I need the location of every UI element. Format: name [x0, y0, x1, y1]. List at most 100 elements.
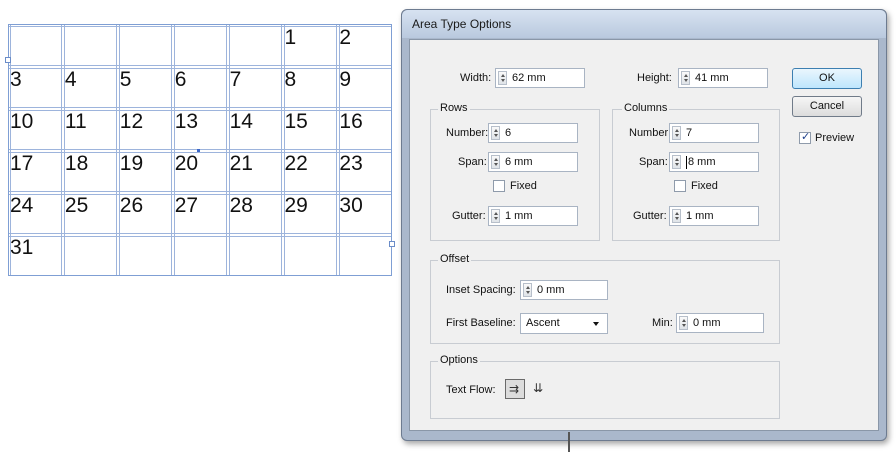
columns-gutter-field[interactable]: 1 mm [669, 206, 759, 226]
calendar-day: 1 [284, 26, 297, 49]
columns-gutter-value: 1 mm [686, 210, 714, 222]
dialog-titlebar[interactable]: Area Type Options [402, 10, 886, 38]
rows-span-value: 6 mm [505, 156, 533, 168]
calendar-day: 29 [284, 194, 308, 217]
rows-span-field[interactable]: 6 mm [488, 152, 578, 172]
calendar-day: 6 [174, 68, 187, 91]
min-label: Min: [652, 317, 673, 329]
width-label: Width: [460, 72, 492, 84]
rows-gutter-field[interactable]: 1 mm [488, 206, 578, 226]
calendar-day: 9 [339, 68, 352, 91]
first-baseline-value: Ascent [526, 317, 560, 329]
rows-span-label: Span: [458, 156, 487, 168]
guide-line [568, 432, 570, 452]
overflow-handle[interactable] [389, 241, 395, 247]
calendar-day: 12 [119, 110, 144, 133]
dialog-title: Area Type Options [412, 17, 512, 31]
cancel-button[interactable]: Cancel [792, 96, 862, 117]
calendar-day: 23 [339, 152, 363, 175]
text-cursor [686, 156, 687, 169]
calendar-day: 31 [10, 236, 34, 259]
text-flow-label: Text Flow: [446, 384, 496, 396]
calendar-day: 13 [174, 110, 199, 133]
columns-fixed-label: Fixed [691, 180, 718, 192]
first-baseline-label: First Baseline: [446, 317, 516, 329]
columns-span-label: Span: [639, 156, 668, 168]
columns-number-value: 7 [686, 127, 693, 139]
columns-number-field[interactable]: 7 [669, 123, 759, 143]
inset-spacing-field[interactable]: 0 mm [520, 280, 608, 300]
calendar-day: 18 [64, 152, 89, 175]
calendar-day: 28 [229, 194, 253, 217]
text-frame-bounds [8, 24, 392, 276]
calendar-day: 3 [10, 68, 22, 91]
calendar-day: 14 [229, 110, 253, 133]
calendar-day: 19 [119, 152, 144, 175]
options-group-title: Options [438, 354, 480, 366]
text-flow-columns-button[interactable]: ⇊ [530, 379, 550, 399]
columns-number-label: Number: [629, 127, 672, 139]
calendar-day: 26 [119, 194, 144, 217]
spinner-icon[interactable] [491, 155, 500, 169]
calendar-day: 7 [229, 68, 242, 91]
inset-spacing-label: Inset Spacing: [446, 284, 516, 296]
calendar-day: 8 [284, 68, 297, 91]
dropdown-arrow-icon [593, 322, 599, 326]
spinner-icon[interactable] [681, 71, 690, 85]
columns-span-field[interactable]: 8 mm [669, 152, 759, 172]
calendar-day: 17 [10, 152, 34, 175]
calendar-day: 4 [64, 68, 77, 91]
spinner-icon[interactable] [491, 126, 500, 140]
calendar-day: 5 [119, 68, 132, 91]
rows-fixed-checkbox[interactable] [493, 180, 505, 192]
spinner-icon[interactable] [672, 209, 681, 223]
offset-group-title: Offset [438, 253, 472, 265]
rows-gutter-label: Gutter: [452, 210, 486, 222]
min-value: 0 mm [693, 317, 721, 329]
rows-number-field[interactable]: 6 [488, 123, 578, 143]
rows-number-value: 6 [505, 127, 512, 139]
calendar-day: 11 [64, 110, 87, 133]
calendar-day: 22 [284, 152, 308, 175]
calendar-day: 16 [339, 110, 363, 133]
min-field[interactable]: 0 mm [676, 313, 764, 333]
text-flow-columns-icon: ⇊ [533, 381, 544, 395]
calendar-day: 25 [64, 194, 89, 217]
columns-fixed-checkbox[interactable] [674, 180, 686, 192]
spinner-icon[interactable] [523, 283, 532, 297]
rows-gutter-value: 1 mm [505, 210, 533, 222]
height-value: 41 mm [695, 72, 729, 84]
ok-button[interactable]: OK [792, 68, 862, 89]
columns-gutter-label: Gutter: [633, 210, 667, 222]
spinner-icon[interactable] [672, 155, 681, 169]
rows-fixed-label: Fixed [510, 180, 537, 192]
calendar-day: 24 [10, 194, 34, 217]
spinner-icon[interactable] [498, 71, 507, 85]
width-field[interactable]: 62 mm [495, 68, 585, 88]
calendar-day: 15 [284, 110, 308, 133]
preview-checkbox[interactable] [799, 130, 811, 144]
height-field[interactable]: 41 mm [678, 68, 768, 88]
columns-group-title: Columns [622, 102, 670, 114]
calendar-day: 10 [10, 110, 34, 133]
calendar-day: 2 [339, 26, 352, 49]
width-value: 62 mm [512, 72, 546, 84]
columns-span-value: 8 mm [688, 156, 716, 168]
rows-number-label: Number: [446, 127, 489, 139]
text-flow-rows-button[interactable]: ⇉ [505, 379, 525, 399]
spinner-icon[interactable] [491, 209, 500, 223]
rows-group-title: Rows [438, 102, 470, 114]
selection-handle[interactable] [5, 57, 11, 63]
dialog-client-area: Width: 62 mm Height: 41 mm Rows Number: … [409, 39, 879, 431]
spinner-icon[interactable] [672, 126, 681, 140]
first-baseline-select[interactable]: Ascent [520, 313, 608, 334]
inset-spacing-value: 0 mm [537, 284, 565, 296]
height-label: Height: [637, 72, 672, 84]
preview-label: Preview [815, 132, 855, 144]
area-type-options-dialog: Area Type Options Width: 62 mm Height: 4… [401, 9, 887, 441]
calendar-day: 27 [174, 194, 199, 217]
calendar-day: 30 [339, 194, 363, 217]
spinner-icon[interactable] [679, 316, 688, 330]
area-type-calendar[interactable]: 1 2 3 4 5 6 7 8 9 10 11 12 13 14 15 16 17 18 19 20 21 22 23 24 2… [5, 24, 395, 276]
text-flow-rows-icon: ⇉ [509, 382, 520, 396]
